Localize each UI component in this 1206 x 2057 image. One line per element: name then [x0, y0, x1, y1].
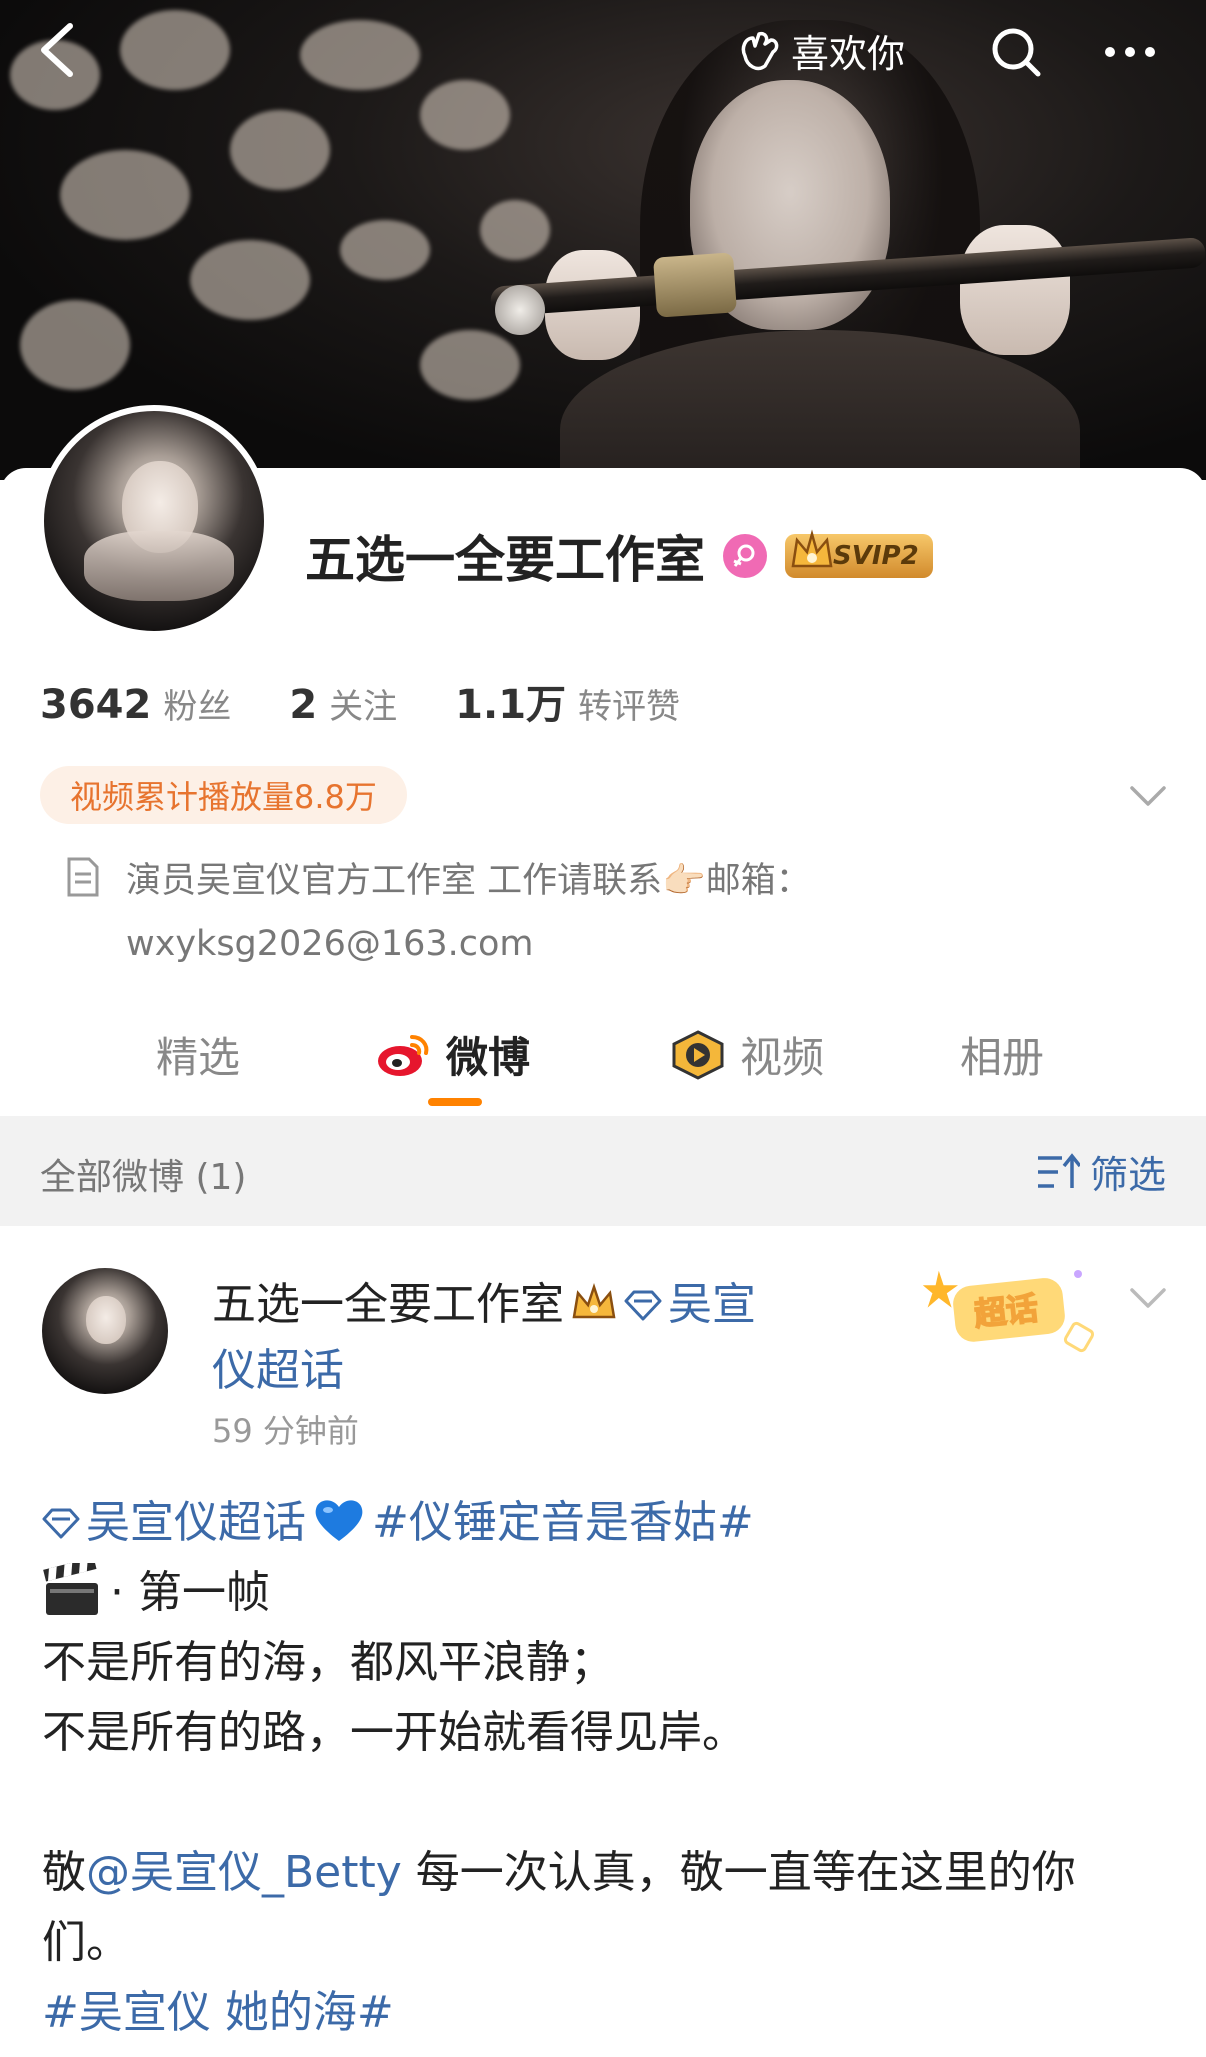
more-icon[interactable] [1100, 24, 1160, 80]
post-line-3-suffix: 每一次认真，敬一直等在这里的你 [401, 1847, 1076, 1898]
weibo-logo-icon [378, 1034, 429, 1076]
bio-email: wxyksg2026@163.com [126, 924, 534, 964]
following-count[interactable]: 2 [289, 682, 317, 728]
tab-weibo[interactable]: 微博 [376, 1024, 530, 1085]
post-line-2: 不是所有的路，一开始就看得见岸。 [42, 1707, 746, 1758]
top-bar: 喜欢你 [0, 0, 1206, 100]
active-tab-indicator [428, 1098, 482, 1106]
tab-featured-label: 精选 [156, 1033, 241, 1082]
filter-bar: 全部微博 (1) 筛选 [0, 1116, 1206, 1226]
like-button[interactable]: 喜欢你 [735, 24, 905, 76]
post-menu-chevron-icon[interactable] [1126, 1278, 1170, 1318]
profile-name: 五选一全要工作室 [305, 531, 705, 589]
crown-badge-icon [572, 1283, 616, 1319]
post-author-name[interactable]: 五选一全要工作室 [212, 1279, 564, 1330]
post-mention[interactable]: @吴宣仪_Betty [86, 1847, 402, 1898]
post-topic-link-cont[interactable]: 仪超话 [212, 1345, 344, 1396]
tab-video-label: 视频 [740, 1033, 825, 1082]
topic-diamond-icon [624, 1290, 662, 1321]
interactions-count[interactable]: 1.1万 [455, 672, 566, 730]
stats-row: 3642 粉丝 2 关注 1.1万 转评赞 [40, 672, 726, 730]
tab-album[interactable]: 相册 [960, 1024, 1044, 1085]
post-line-3-prefix: 敬 [42, 1847, 86, 1898]
post-timestamp: 59 分钟前 [212, 1412, 359, 1450]
post-line-4: 们。 [42, 1917, 130, 1968]
profile-avatar[interactable] [38, 405, 270, 637]
post-author-line: 五选一全要工作室 吴宣仪超话 [212, 1272, 802, 1404]
interactions-label[interactable]: 转评赞 [578, 679, 680, 728]
post-line-3: 敬@吴宣仪_Betty 每一次认真，敬一直等在这里的你 [42, 1838, 1172, 1908]
post-card[interactable]: 五选一全要工作室 吴宣 仪超话 59 分钟前 超话 吴宣仪超话 #仪锤定音是香姑# [0, 1226, 1206, 2057]
chaohua-badge-icon[interactable]: 超话 [918, 1260, 1098, 1360]
female-icon [723, 534, 767, 578]
followers-count[interactable]: 3642 [40, 682, 151, 728]
svip-label: SVIP2 [833, 541, 919, 571]
post-line-tags: 吴宣仪超话 #仪锤定音是香姑# [42, 1488, 1172, 1558]
profile-tabs: 精选 微博 视频 相册 [0, 1010, 1206, 1116]
post-frame-text: · 第一帧 [110, 1567, 270, 1618]
post-hashtag[interactable]: #仪锤定音是香姑# [372, 1497, 754, 1548]
post-line-frame: · 第一帧 [42, 1558, 1172, 1628]
like-label: 喜欢你 [791, 31, 906, 76]
blue-heart-icon [315, 1500, 363, 1541]
bio-document-icon [67, 857, 99, 897]
clapperboard-icon [43, 1563, 98, 1615]
finger-heart-icon [741, 31, 779, 71]
profile-name-row: 五选一全要工作室 SVIP2 [305, 520, 933, 592]
expand-profile-chevron-icon[interactable] [1126, 776, 1170, 816]
tab-weibo-label: 微博 [446, 1033, 531, 1082]
filter-label: 筛选 [1089, 1153, 1166, 1197]
all-posts-count[interactable]: 全部微博 (1) [40, 1148, 246, 1200]
filter-button[interactable]: 筛选 [1036, 1144, 1166, 1199]
search-icon[interactable] [988, 24, 1044, 80]
post-hashtag-2[interactable]: #吴宣仪 她的海# [42, 1978, 1172, 2048]
post-author-avatar[interactable] [42, 1268, 168, 1394]
post-topic-link[interactable]: 吴宣 [668, 1279, 756, 1330]
crown-icon [791, 529, 833, 568]
tab-video[interactable]: 视频 [670, 1024, 824, 1085]
following-label[interactable]: 关注 [329, 679, 397, 728]
video-play-count-badge[interactable]: 视频累计播放量8.8万 [40, 766, 407, 824]
post-body: 吴宣仪超话 #仪锤定音是香姑# · 第一帧 不是所有的海，都风平浪静； 不是所有… [42, 1488, 1172, 2048]
video-channel-icon [672, 1029, 724, 1080]
bio-text: 演员吴宣仪官方工作室 工作请联系👉🏻邮箱： [126, 861, 811, 901]
followers-label[interactable]: 粉丝 [163, 679, 231, 728]
topic-diamond-icon [42, 1508, 80, 1539]
post-line-1: 不是所有的海，都风平浪静； [42, 1637, 614, 1688]
post-topic-tag[interactable]: 吴宣仪超话 [86, 1497, 306, 1548]
back-arrow-icon[interactable] [34, 20, 78, 80]
chaohua-badge-label: 超话 [972, 1289, 1040, 1333]
svip-badge[interactable]: SVIP2 [785, 529, 933, 578]
tab-album-label: 相册 [960, 1033, 1045, 1082]
tab-featured[interactable]: 精选 [156, 1024, 240, 1085]
filter-icon [1037, 1152, 1080, 1188]
